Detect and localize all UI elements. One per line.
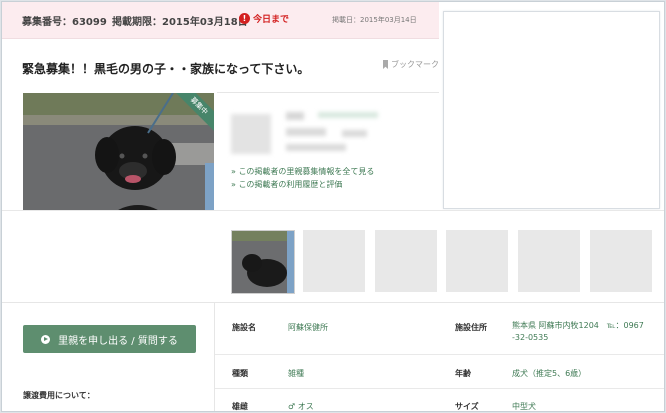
play-circle-icon [41,334,51,344]
deadline-date: 掲載期限：2015年03月18日 [112,17,248,28]
recruit-number: 募集番号：63099 [22,17,107,28]
poster-meta-blurred [286,144,346,151]
bookmark-icon [383,60,388,69]
details-divider [214,302,215,411]
poster-meta-blurred [286,128,326,136]
listing-title: 緊急募集！！黒毛の男の子・・家族になって下さい。 [22,62,310,76]
row-divider [215,354,664,355]
thumbnail-strip [2,210,664,301]
facility-address-line1: 熊本県 阿蘇市内牧1204 ℡：0967 [512,321,644,330]
size-label: サイズ [455,402,479,411]
poster-links: この掲載者の里親募集情報を全て見る この掲載者の利用履歴と評価 [231,165,374,191]
listing-page: 募集番号：63099 掲載期限：2015年03月18日 ! 今日まで 掲載日：2… [1,1,665,412]
facility-name-label: 施設名 [232,323,256,332]
thumbnail-dog[interactable] [231,230,295,294]
sex-label: 雄雌 [232,402,248,411]
row-divider [215,388,664,389]
thumbnail-empty [590,230,652,292]
poster-meta-blurred [342,130,367,137]
thumbnail-empty [518,230,580,292]
ad-area [443,11,660,209]
apply-button[interactable]: 里親を申し出る / 質問する [23,325,196,353]
age-value: 成犬（推定5、6歳） [512,369,587,378]
thumbnail-empty [303,230,365,292]
poster-name-blurred [286,112,304,120]
bookmark-label: ブックマーク [391,60,439,69]
deadline-badge: ! 今日まで [239,12,289,25]
poster-detail-blurred [318,112,378,118]
link-usage-history[interactable]: この掲載者の利用履歴と評価 [231,178,374,191]
facility-address-label: 施設住所 [455,323,487,332]
thumbnail-image [232,231,294,293]
deadline-badge-text: 今日まで [253,15,290,25]
size-value: 中型犬 [512,402,536,411]
facility-name-value: 阿蘇保健所 [288,323,328,332]
facility-address-line2: -32-0535 [512,333,549,342]
thumbnail-empty [446,230,508,292]
fee-label: 譲渡費用について： [23,391,95,400]
bookmark-button[interactable]: ブックマーク [383,59,439,70]
poster-avatar [231,114,271,154]
divider [217,92,439,93]
apply-button-label: 里親を申し出る / 質問する [58,335,178,347]
details-section [2,302,664,411]
thumbnail-empty [375,230,437,292]
age-label: 年齢 [455,369,471,378]
posted-date: 掲載日：2015年03月14日 [332,16,417,24]
kind-label: 種類 [232,369,248,378]
sex-value: ♂ オス [288,402,314,411]
listing-header-bar: 募集番号：63099 掲載期限：2015年03月18日 ! 今日まで 掲載日：2… [2,2,439,39]
kind-value: 雑種 [288,369,304,378]
link-all-listings[interactable]: この掲載者の里親募集情報を全て見る [231,165,374,178]
alert-circle-icon: ! [239,13,250,24]
